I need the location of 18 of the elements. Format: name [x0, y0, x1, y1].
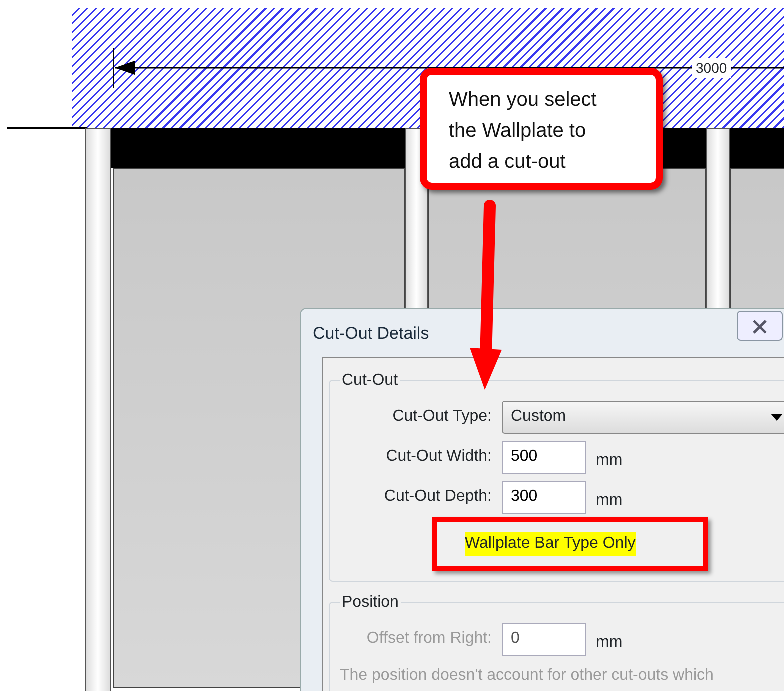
close-icon	[752, 318, 768, 335]
note-text: Wallplate Bar Type Only	[465, 532, 636, 556]
close-button[interactable]	[737, 311, 783, 341]
field-label: Cut-Out Type:	[392, 407, 492, 427]
field-label: Cut-Out Depth:	[383, 487, 492, 507]
dropdown-caret-icon	[771, 414, 783, 420]
input-field[interactable]: 300	[502, 480, 586, 514]
unit-label: mm	[596, 451, 623, 471]
unit-label: mm	[596, 491, 623, 511]
callout-text: When you select the Wallplate to add a cut-out	[420, 68, 663, 190]
note-text: The position doesn't account for other cut-outs which	[339, 666, 715, 685]
field-label: Offset from Right:	[366, 629, 492, 649]
dialog-title: Cut-Out Details	[313, 323, 430, 345]
field-label: Cut-Out Width:	[385, 447, 492, 467]
unit-label: mm	[596, 633, 623, 653]
type-dropdown[interactable]: Custom	[502, 400, 784, 434]
dimension-label: 3000	[692, 58, 732, 78]
input-field[interactable]: 500	[502, 440, 586, 474]
